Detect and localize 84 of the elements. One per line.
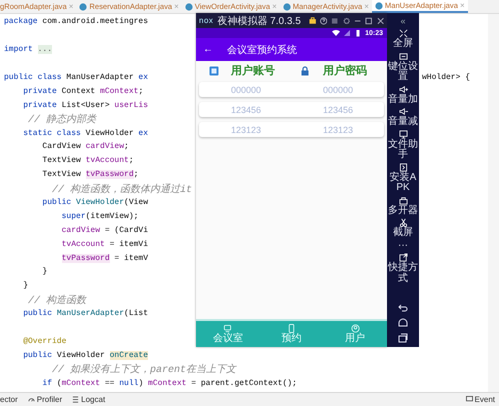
emulator-logo: nox [199, 16, 214, 25]
speech-bubble-icon [466, 396, 473, 403]
close-icon[interactable] [376, 16, 384, 24]
code-line: package com.android.meetingres [4, 17, 148, 26]
code-line: TextView tvAccount; [41, 156, 134, 166]
event-log-tab[interactable]: Event [466, 395, 495, 404]
window-title: 夜神模拟器 7.0.3.5 [217, 14, 301, 28]
code-line: import ... [4, 45, 52, 54]
code-line: } [41, 267, 48, 276]
sidebar-button[interactable]: 截屏 [388, 218, 418, 238]
gauge-icon [28, 396, 35, 403]
screenshot-icon [398, 218, 408, 227]
code-line-fragment: wHolder> { [422, 73, 470, 82]
password-value: 000000 [322, 84, 354, 94]
code-line: // 静态内部类 [27, 112, 96, 126]
app-title: 会议室预约系统 [227, 44, 297, 56]
code-line: // 构造函数 [27, 294, 86, 307]
code-line: tvAccount = itemVi [60, 240, 148, 249]
fullscreen-icon [398, 29, 408, 38]
collapse-button[interactable]: « [400, 16, 406, 26]
code-line: private List<User> userLis [22, 100, 148, 110]
column-header: 用户密码 [322, 64, 367, 78]
account-value: 123123 [230, 124, 262, 134]
account-value: 000000 [230, 84, 262, 94]
vol-up-icon [398, 84, 408, 94]
settings-icon[interactable] [342, 16, 350, 24]
code-line: public ManUserAdapter(List [22, 309, 148, 318]
phone-icon [286, 324, 296, 333]
lock-icon [300, 66, 310, 76]
code-line: public ViewHolder onCreate [22, 350, 148, 360]
sidebar-button[interactable]: 音量减 [388, 107, 418, 128]
sidebar-button[interactable]: 安装APK [388, 162, 418, 194]
sidebar-button[interactable]: 快捷方式 [388, 253, 418, 284]
column-header: 用户账号 [230, 64, 275, 78]
sidebar-button[interactable]: 全屏 [388, 29, 418, 50]
tool-window-tab[interactable]: ector [0, 395, 18, 404]
sidebar-button[interactable]: ··· [388, 240, 418, 251]
back-button[interactable]: ← [203, 44, 213, 55]
id-card-icon [209, 66, 219, 76]
sidebar-button[interactable]: 多开器 [388, 196, 418, 216]
code-line: public ViewHolder(View [41, 198, 148, 208]
code-line: cardView = (CardVi [60, 226, 148, 235]
vol-down-icon [398, 107, 408, 116]
code-line: tvPassword = itemV [60, 254, 148, 263]
code-line: CardView cardView; [41, 142, 129, 152]
code-line: super(itemView); [60, 212, 138, 221]
home-icon[interactable] [398, 318, 408, 328]
back-icon[interactable] [398, 303, 408, 313]
user-icon [350, 324, 360, 333]
code-line: private Context mContext; [22, 86, 144, 96]
maximize-icon[interactable] [365, 16, 373, 24]
menu-icon[interactable] [331, 16, 339, 24]
code-line: // 如果没有上下文，parent在当上下文 [51, 362, 236, 376]
help-icon[interactable] [320, 16, 328, 24]
class-file-icon [184, 2, 193, 10]
shortcut-icon [398, 253, 408, 262]
tool-window-tab[interactable]: Logcat [72, 395, 106, 404]
class-file-icon [79, 2, 88, 10]
code-line: } [22, 281, 28, 290]
sidebar-button[interactable]: 文件助手 [388, 130, 418, 160]
recents-icon[interactable] [398, 333, 408, 343]
tool-window-tab[interactable]: Profiler [28, 395, 62, 404]
code-line: @Override [22, 336, 66, 346]
files-icon [398, 130, 408, 138]
sidebar-button[interactable]: 音量加 [388, 84, 418, 105]
list-icon [72, 396, 80, 403]
code-line: if (mContext == null) mContext = parent.getContext(); [41, 378, 297, 388]
class-file-icon [374, 2, 383, 10]
toolbox-icon[interactable] [308, 16, 316, 24]
monitor-icon [223, 324, 232, 333]
code-line: // 构造函数，函数体内通过it [51, 182, 192, 196]
code-line: TextView tvPassword; [41, 170, 138, 180]
code-line: static class ViewHolder ex [22, 128, 148, 138]
keys-icon [398, 52, 408, 60]
battery-icon [354, 29, 362, 37]
password-value: 123123 [322, 124, 354, 134]
wifi-icon [332, 29, 340, 37]
password-value: 123456 [322, 104, 354, 114]
multi-icon [398, 196, 408, 204]
class-file-icon [282, 2, 291, 10]
account-value: 123456 [230, 104, 262, 114]
sidebar-button[interactable]: 键位设置 [388, 52, 418, 82]
code-line: public class ManUserAdapter ex [4, 73, 148, 82]
apk-icon [398, 162, 408, 172]
